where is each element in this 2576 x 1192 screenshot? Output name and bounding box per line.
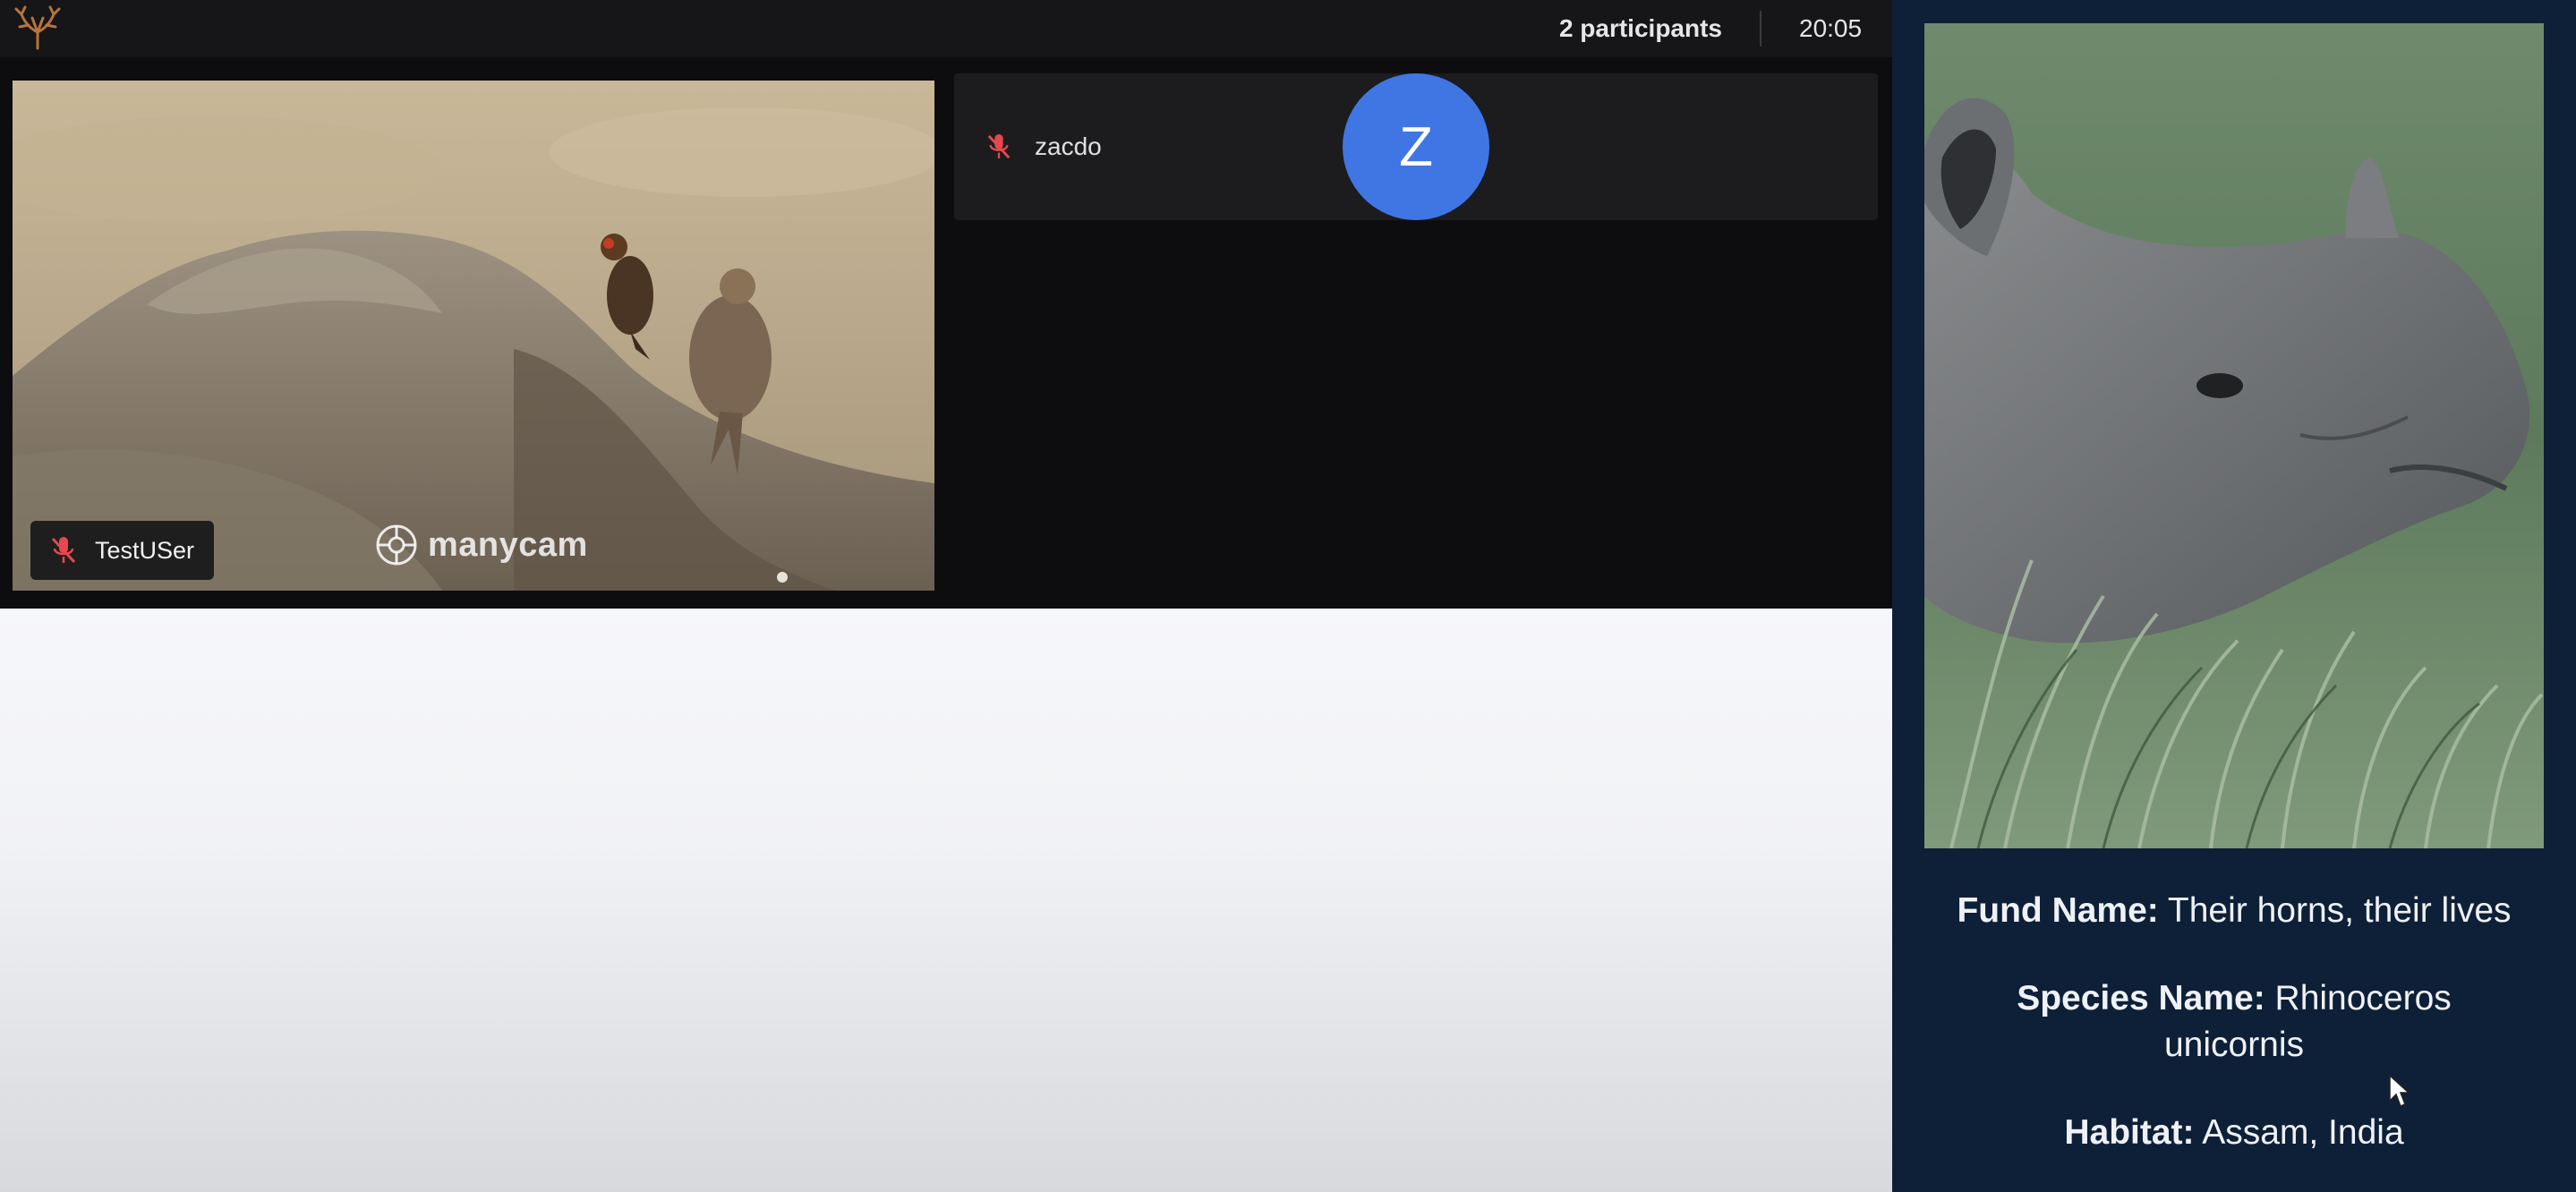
- local-name-tag: TestUSer: [30, 521, 215, 580]
- species-photo: [1924, 23, 2544, 848]
- mic-off-icon[interactable]: [50, 535, 77, 566]
- participants-count[interactable]: 2 participants: [1559, 0, 1722, 57]
- species-name-value: Rhinoceros: [2265, 979, 2452, 1017]
- app: 2 participants 20:05 TestUSer manycam za…: [0, 0, 2576, 1192]
- manycam-watermark: manycam: [374, 523, 588, 567]
- species-name-line: Species Name: Rhinoceros unicornis: [1892, 975, 2576, 1069]
- fund-name-value: Their horns, their lives: [2158, 891, 2512, 930]
- species-name-label: Species Name:: [2017, 979, 2265, 1017]
- mouse-cursor-icon: [2389, 1074, 2410, 1107]
- mic-off-icon: [987, 134, 1011, 159]
- manycam-logo-icon: [376, 524, 417, 566]
- habitat-line: Habitat: Assam, India: [1892, 1110, 2576, 1156]
- video-grid: TestUSer manycam zacdo: [0, 57, 1892, 609]
- watermark-text: manycam: [428, 525, 588, 564]
- remote-avatar[interactable]: Z: [1343, 73, 1489, 220]
- species-name-value-cont: unicornis: [2163, 1026, 2305, 1064]
- fund-info-panel: Fund Name: Their horns, their lives Spec…: [1892, 0, 2576, 1192]
- remote-name-tag: zacdo: [986, 73, 1102, 220]
- habitat-value: Assam, India: [2194, 1113, 2404, 1152]
- rhino-image: [1924, 23, 2544, 848]
- local-video-tile[interactable]: TestUSer manycam: [13, 81, 934, 591]
- remote-participant-name: zacdo: [1035, 132, 1102, 160]
- header-divider: [1760, 11, 1761, 47]
- local-participant-name: TestUSer: [95, 536, 195, 564]
- habitat-label: Habitat:: [2064, 1113, 2195, 1152]
- app-logo-icon[interactable]: [9, 5, 66, 52]
- content-area: [0, 609, 1892, 1192]
- top-bar: 2 participants 20:05: [0, 0, 1892, 57]
- fund-name-label: Fund Name:: [1957, 891, 2159, 930]
- fund-name-line: Fund Name: Their horns, their lives: [1892, 888, 2576, 934]
- meeting-time: 20:05: [1799, 14, 1863, 42]
- video-frame-image: [13, 81, 934, 591]
